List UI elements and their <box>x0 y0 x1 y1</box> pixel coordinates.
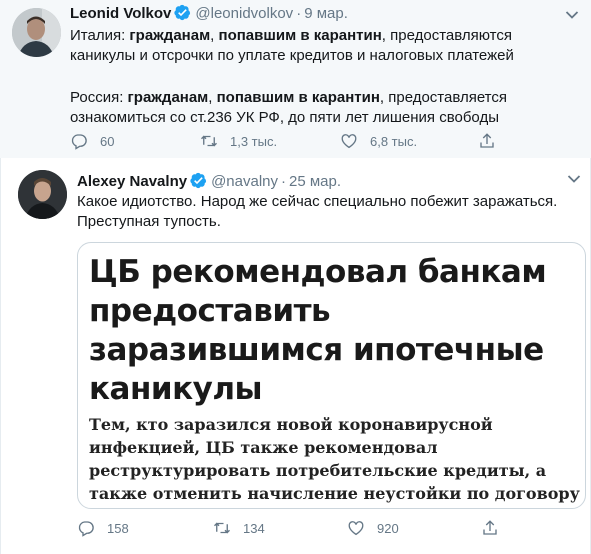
bold-text: попавшим в карантин <box>216 89 380 106</box>
text-run: Какое идиотство. Народ же сейчас специал… <box>77 193 558 230</box>
separator-dot: · <box>296 5 302 22</box>
tweet-text: Какое идиотство. Народ же сейчас специал… <box>77 192 577 232</box>
text-run: , <box>210 27 219 44</box>
like-icon <box>341 134 357 149</box>
retweet-count: 134 <box>243 520 265 536</box>
author-name[interactable]: Alexey Navalny <box>77 173 187 190</box>
tweet-text: Италия: гражданам, попавшим в карантин, … <box>70 26 575 128</box>
retweet-button[interactable]: 134 <box>213 519 347 537</box>
retweet-icon <box>214 522 230 534</box>
card-headline: ЦБ рекомендовал банкам предоставить зара… <box>89 254 547 407</box>
card-subtext: Тем, кто заразился новой коронавирусной … <box>89 415 580 503</box>
reply-count: 158 <box>107 520 129 536</box>
retweet-icon <box>201 135 217 147</box>
retweet-count: 1,3 тыс. <box>230 133 278 149</box>
retweet-button[interactable]: 1,3 тыс. <box>200 132 340 150</box>
author-handle[interactable]: @leonidvolkov <box>195 5 293 22</box>
like-button[interactable]: 6,8 тыс. <box>340 132 478 150</box>
avatar[interactable] <box>18 170 67 219</box>
verified-badge-icon <box>174 4 191 21</box>
tweet-alexey-navalny[interactable]: Alexey Navalny @navalny · 25 мар. Какое иди… <box>0 158 591 554</box>
bold-text: попавшим в карантин <box>218 27 382 44</box>
tweet-date[interactable]: 25 мар. <box>289 173 341 190</box>
tweet-header: Leonid Volkov @leonidvolkov · 9 мар. <box>70 4 348 24</box>
tweet-paragraph: Италия: гражданам, попавшим в карантин, … <box>70 26 575 66</box>
tweet-actions: 60 1,3 тыс. 6,8 тыс. <box>70 132 508 150</box>
reply-button[interactable]: 60 <box>70 132 200 150</box>
share-button[interactable] <box>481 519 511 537</box>
tweet-leonid-volkov[interactable]: Leonid Volkov @leonidvolkov · 9 мар. Италия… <box>0 0 591 159</box>
reply-icon <box>71 134 87 150</box>
reply-icon <box>78 521 94 537</box>
bold-text: гражданам <box>129 27 211 44</box>
like-button[interactable]: 920 <box>347 519 481 537</box>
reply-button[interactable]: 158 <box>77 519 213 537</box>
text-run: , <box>208 89 217 106</box>
text-run: Россия: <box>70 89 128 106</box>
bold-text: гражданам <box>127 89 209 106</box>
like-count: 6,8 тыс. <box>370 133 418 149</box>
verified-badge-icon <box>190 172 207 189</box>
separator-dot: · <box>281 173 287 190</box>
avatar[interactable] <box>12 8 61 57</box>
tweet-paragraph: Какое идиотство. Народ же сейчас специал… <box>77 192 577 232</box>
share-icon <box>480 133 494 148</box>
tweet-feed: Leonid Volkov @leonidvolkov · 9 мар. Италия… <box>0 0 591 554</box>
like-icon <box>348 521 364 536</box>
reply-count: 60 <box>100 133 115 149</box>
tweet-actions: 158 134 920 <box>77 519 511 537</box>
share-button[interactable] <box>478 132 508 150</box>
text-run: Италия: <box>70 27 130 44</box>
like-count: 920 <box>377 520 399 536</box>
tweet-header: Alexey Navalny @navalny · 25 мар. <box>77 172 341 192</box>
chevron-down-icon[interactable] <box>565 10 579 20</box>
media-card[interactable]: ЦБ рекомендовал банкам предоставить зара… <box>77 242 586 509</box>
tweet-date[interactable]: 9 мар. <box>304 5 348 22</box>
author-name[interactable]: Leonid Volkov <box>70 5 171 22</box>
avatar-image <box>12 8 61 57</box>
share-icon <box>483 520 497 535</box>
avatar-image <box>18 170 67 219</box>
chevron-down-icon[interactable] <box>567 174 581 184</box>
tweet-paragraph: Россия: гражданам, попавшим в карантин, … <box>70 88 575 128</box>
author-handle[interactable]: @navalny <box>211 173 278 190</box>
